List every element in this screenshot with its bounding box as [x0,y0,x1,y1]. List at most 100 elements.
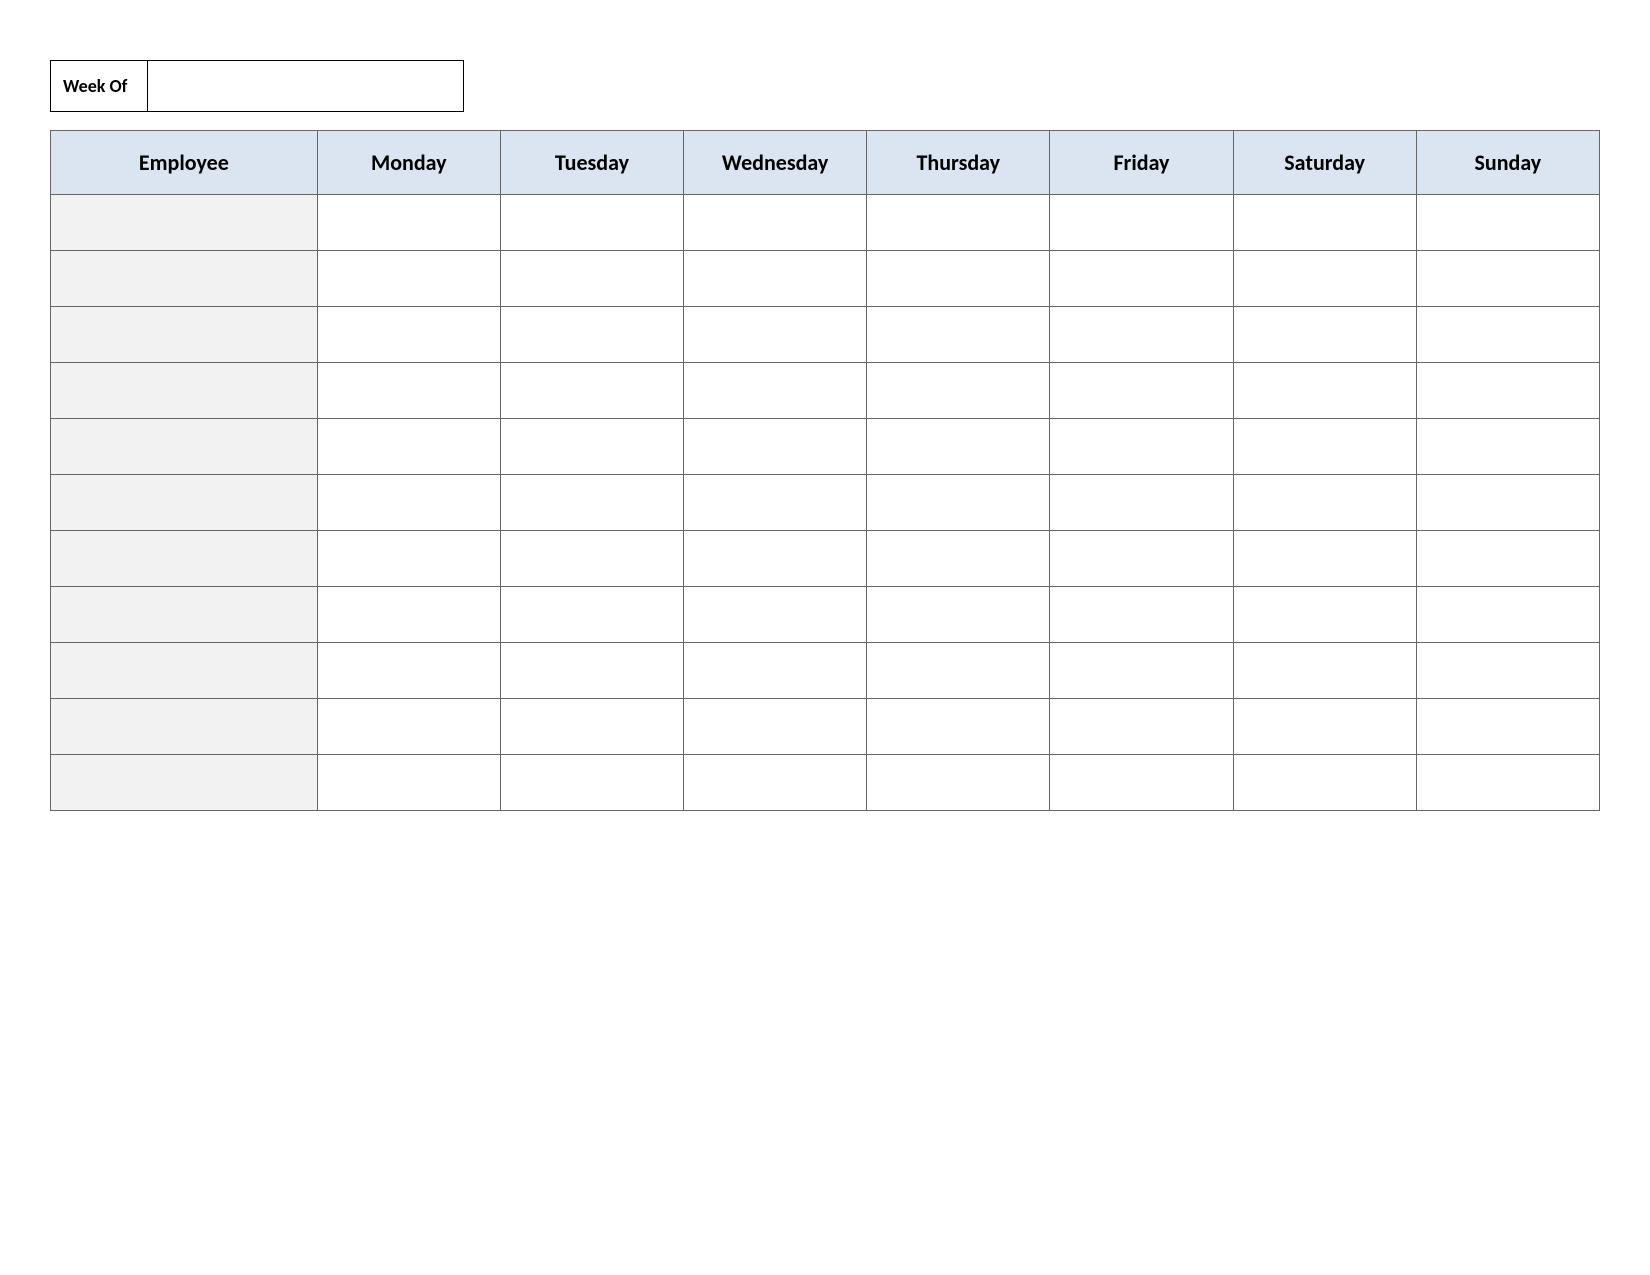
day-cell[interactable] [1233,587,1416,643]
day-cell[interactable] [317,419,500,475]
day-cell[interactable] [317,699,500,755]
table-row [51,363,1600,419]
day-cell[interactable] [1416,251,1599,307]
day-cell[interactable] [684,587,867,643]
day-cell[interactable] [684,699,867,755]
day-cell[interactable] [867,419,1050,475]
day-cell[interactable] [1416,699,1599,755]
day-cell[interactable] [1050,195,1233,251]
table-row [51,419,1600,475]
day-cell[interactable] [1416,363,1599,419]
day-cell[interactable] [867,755,1050,811]
day-cell[interactable] [500,643,683,699]
day-cell[interactable] [867,363,1050,419]
employee-cell[interactable] [51,699,318,755]
employee-cell[interactable] [51,363,318,419]
day-cell[interactable] [1233,195,1416,251]
header-row: Employee Monday Tuesday Wednesday Thursd… [51,131,1600,195]
day-cell[interactable] [317,475,500,531]
day-cell[interactable] [1233,419,1416,475]
day-cell[interactable] [1233,531,1416,587]
day-cell[interactable] [317,307,500,363]
day-cell[interactable] [1050,531,1233,587]
day-cell[interactable] [500,531,683,587]
day-cell[interactable] [867,195,1050,251]
employee-cell[interactable] [51,475,318,531]
day-cell[interactable] [1233,251,1416,307]
day-cell[interactable] [1050,643,1233,699]
day-cell[interactable] [684,195,867,251]
employee-cell[interactable] [51,195,318,251]
day-cell[interactable] [684,307,867,363]
day-cell[interactable] [1050,307,1233,363]
day-cell[interactable] [1233,643,1416,699]
day-cell[interactable] [867,251,1050,307]
day-cell[interactable] [500,195,683,251]
table-row [51,755,1600,811]
table-row [51,587,1600,643]
day-cell[interactable] [317,587,500,643]
day-cell[interactable] [1233,755,1416,811]
day-cell[interactable] [1050,363,1233,419]
day-cell[interactable] [1416,419,1599,475]
day-cell[interactable] [500,755,683,811]
day-cell[interactable] [500,419,683,475]
day-cell[interactable] [1050,419,1233,475]
day-cell[interactable] [500,251,683,307]
day-cell[interactable] [1416,531,1599,587]
day-cell[interactable] [500,587,683,643]
day-cell[interactable] [867,307,1050,363]
friday-header: Friday [1050,131,1233,195]
day-cell[interactable] [1416,195,1599,251]
day-cell[interactable] [1416,307,1599,363]
day-cell[interactable] [1416,643,1599,699]
day-cell[interactable] [317,755,500,811]
day-cell[interactable] [1050,755,1233,811]
day-cell[interactable] [1050,587,1233,643]
day-cell[interactable] [1416,755,1599,811]
day-cell[interactable] [867,531,1050,587]
day-cell[interactable] [867,699,1050,755]
employee-cell[interactable] [51,419,318,475]
day-cell[interactable] [317,643,500,699]
employee-cell[interactable] [51,531,318,587]
table-row [51,195,1600,251]
table-row [51,531,1600,587]
day-cell[interactable] [1233,699,1416,755]
day-cell[interactable] [684,251,867,307]
day-cell[interactable] [684,475,867,531]
employee-cell[interactable] [51,251,318,307]
day-cell[interactable] [1416,475,1599,531]
day-cell[interactable] [1050,475,1233,531]
employee-cell[interactable] [51,587,318,643]
schedule-body [51,195,1600,811]
day-cell[interactable] [1233,475,1416,531]
day-cell[interactable] [1233,307,1416,363]
day-cell[interactable] [867,587,1050,643]
day-cell[interactable] [317,251,500,307]
day-cell[interactable] [500,307,683,363]
day-cell[interactable] [317,531,500,587]
day-cell[interactable] [684,531,867,587]
employee-cell[interactable] [51,307,318,363]
day-cell[interactable] [684,363,867,419]
employee-cell[interactable] [51,755,318,811]
day-cell[interactable] [317,195,500,251]
day-cell[interactable] [867,475,1050,531]
day-cell[interactable] [684,755,867,811]
day-cell[interactable] [1050,699,1233,755]
week-of-input[interactable] [148,60,464,112]
employee-header: Employee [51,131,318,195]
day-cell[interactable] [684,419,867,475]
day-cell[interactable] [1233,363,1416,419]
employee-cell[interactable] [51,643,318,699]
saturday-header: Saturday [1233,131,1416,195]
day-cell[interactable] [1050,251,1233,307]
day-cell[interactable] [500,475,683,531]
day-cell[interactable] [1416,587,1599,643]
day-cell[interactable] [317,363,500,419]
day-cell[interactable] [500,699,683,755]
day-cell[interactable] [500,363,683,419]
day-cell[interactable] [684,643,867,699]
day-cell[interactable] [867,643,1050,699]
